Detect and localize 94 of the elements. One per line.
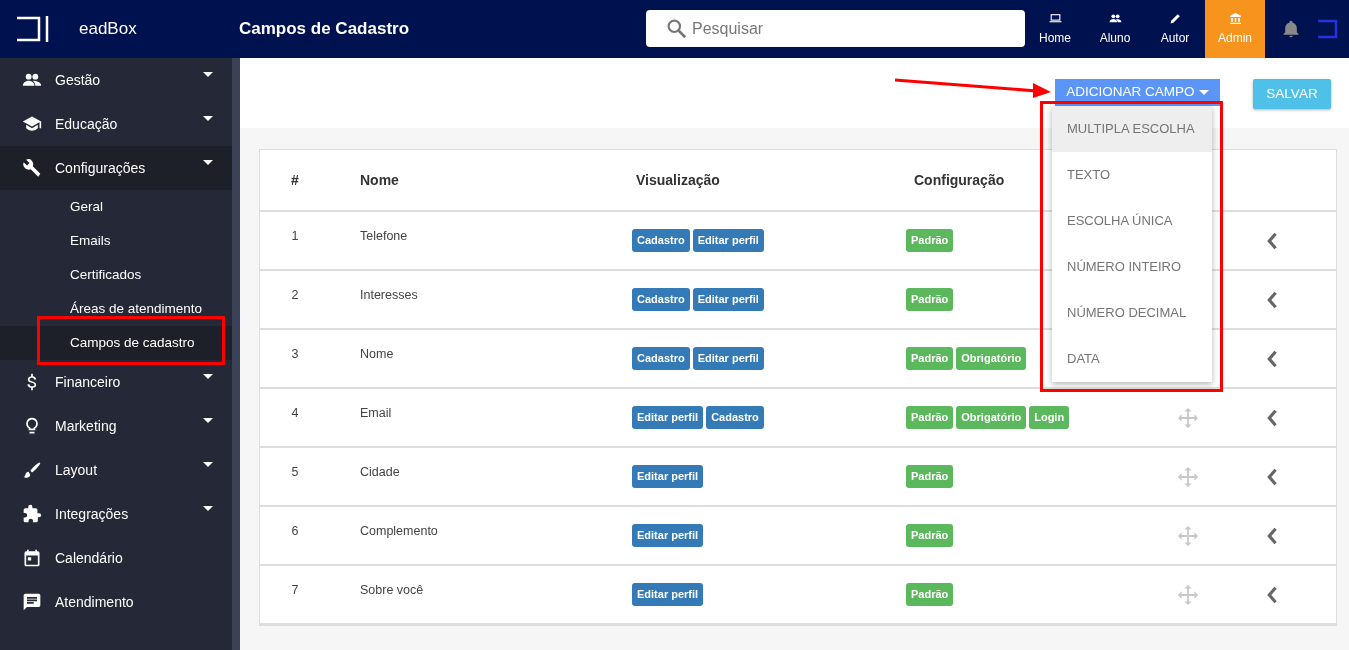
menu-item[interactable]: NÚMERO DECIMAL <box>1052 290 1212 336</box>
table-cell: 5 <box>291 465 299 480</box>
table-cell: 1 <box>291 229 299 244</box>
sidebar-subitem[interactable]: Emails <box>0 224 232 258</box>
tag: Editar perfil <box>632 406 704 429</box>
chevron-left-icon[interactable] <box>1266 526 1278 545</box>
brush-icon <box>22 460 42 480</box>
table-cell: 6 <box>291 524 299 539</box>
table-cell: Interesses <box>360 288 418 303</box>
calendar-icon <box>22 548 42 568</box>
menu-item[interactable]: MULTIPLA ESCOLHA <box>1052 106 1212 152</box>
tag: Obrigatório <box>956 347 1027 370</box>
nav-link[interactable]: Home <box>1025 0 1085 58</box>
sidebar-item[interactable]: Educação <box>0 102 232 146</box>
column-header: Visualização <box>636 171 720 188</box>
table-cell: 7 <box>291 583 299 598</box>
tag: Padrão <box>906 583 954 606</box>
column-header: Nome <box>360 171 399 188</box>
tag: Cadastro <box>632 347 690 370</box>
menu-item[interactable]: ESCOLHA ÚNICA <box>1052 198 1212 244</box>
bank-icon <box>1228 11 1242 25</box>
tag: Padrão <box>906 524 954 547</box>
table-cell: Email <box>360 406 392 421</box>
table-cell: Telefone <box>360 229 408 244</box>
sidebar-subitem[interactable]: Campos de cadastro <box>0 326 232 360</box>
logo-icon[interactable] <box>16 16 50 42</box>
sidebar-item[interactable]: Configurações <box>0 146 232 190</box>
table-cell: Cidade <box>360 465 400 480</box>
page-title: Campos de Cadastro <box>239 18 410 41</box>
people-icon <box>1108 11 1122 25</box>
sidebar-item[interactable]: Marketing <box>0 404 232 448</box>
tag: Editar perfil <box>692 347 764 370</box>
sidebar-subitem[interactable]: Geral <box>0 190 232 224</box>
tag: Obrigatório <box>956 406 1027 429</box>
search-field[interactable]: Pesquisar <box>646 10 1025 47</box>
puzzle-icon <box>22 504 42 524</box>
chevron-left-icon[interactable] <box>1266 231 1278 250</box>
wrench-icon <box>22 158 42 178</box>
tag: Cadastro <box>632 229 690 252</box>
sidebar-item[interactable]: Financeiro <box>0 360 232 404</box>
tag: Editar perfil <box>692 288 764 311</box>
bell-icon[interactable] <box>1281 18 1301 40</box>
column-header: Configuração <box>914 171 1005 188</box>
caret-icon <box>203 373 213 379</box>
sidebar-item[interactable]: Atendimento <box>0 580 232 624</box>
tag: Padrão <box>906 229 954 252</box>
menu-item[interactable]: TEXTO <box>1052 152 1212 198</box>
caret-icon <box>203 159 213 165</box>
chevron-left-icon[interactable] <box>1266 467 1278 486</box>
column-header: # <box>291 171 299 188</box>
caret-icon <box>203 505 213 511</box>
chevron-left-icon[interactable] <box>1266 349 1278 368</box>
caret-icon <box>203 71 213 77</box>
tag: Cadastro <box>632 288 690 311</box>
tag: Editar perfil <box>632 465 704 488</box>
sidebar-item[interactable]: Integrações <box>0 492 232 536</box>
tag: Editar perfil <box>632 524 704 547</box>
tag: Cadastro <box>706 406 764 429</box>
chat-icon <box>22 592 42 612</box>
nav-link[interactable]: Autor <box>1145 0 1205 58</box>
table-cell: 4 <box>291 406 299 421</box>
search-icon <box>666 18 687 39</box>
sidebar-subitem[interactable]: Certificados <box>0 258 232 292</box>
laptop-icon <box>1048 11 1062 25</box>
chevron-left-icon[interactable] <box>1266 585 1278 604</box>
caret-icon <box>203 461 213 467</box>
sidebar-item[interactable]: Layout <box>0 448 232 492</box>
tag: Padrão <box>906 347 954 370</box>
tag: Login <box>1029 406 1070 429</box>
table-cell: Sobre você <box>360 583 424 598</box>
scrollbar[interactable] <box>232 58 240 650</box>
table-cell: Nome <box>360 347 394 362</box>
chevron-left-icon[interactable] <box>1266 408 1278 427</box>
menu-item[interactable]: DATA <box>1052 336 1212 382</box>
sidebar-subitem[interactable]: Áreas de atendimento <box>0 292 232 326</box>
tag: Padrão <box>906 288 954 311</box>
table-cell: Complemento <box>360 524 438 539</box>
tag: Editar perfil <box>692 229 764 252</box>
nav-link[interactable]: Aluno <box>1085 0 1145 58</box>
table-cell: 3 <box>291 347 299 362</box>
pencil-icon <box>1168 11 1182 25</box>
sidebar-item[interactable]: Calendário <box>0 536 232 580</box>
caret-icon <box>203 115 213 121</box>
tag: Padrão <box>906 465 954 488</box>
sidebar-item[interactable]: Gestão <box>0 58 232 102</box>
caret-icon <box>1198 90 1209 95</box>
table-cell: 2 <box>291 288 299 303</box>
chevron-left-icon[interactable] <box>1266 290 1278 309</box>
menu-item[interactable]: NÚMERO INTEIRO <box>1052 244 1212 290</box>
brand-name: eadBox <box>79 18 137 41</box>
tag: Padrão <box>906 406 954 429</box>
graduation-cap-icon <box>22 114 42 134</box>
tag: Editar perfil <box>632 583 704 606</box>
caret-icon <box>203 417 213 423</box>
